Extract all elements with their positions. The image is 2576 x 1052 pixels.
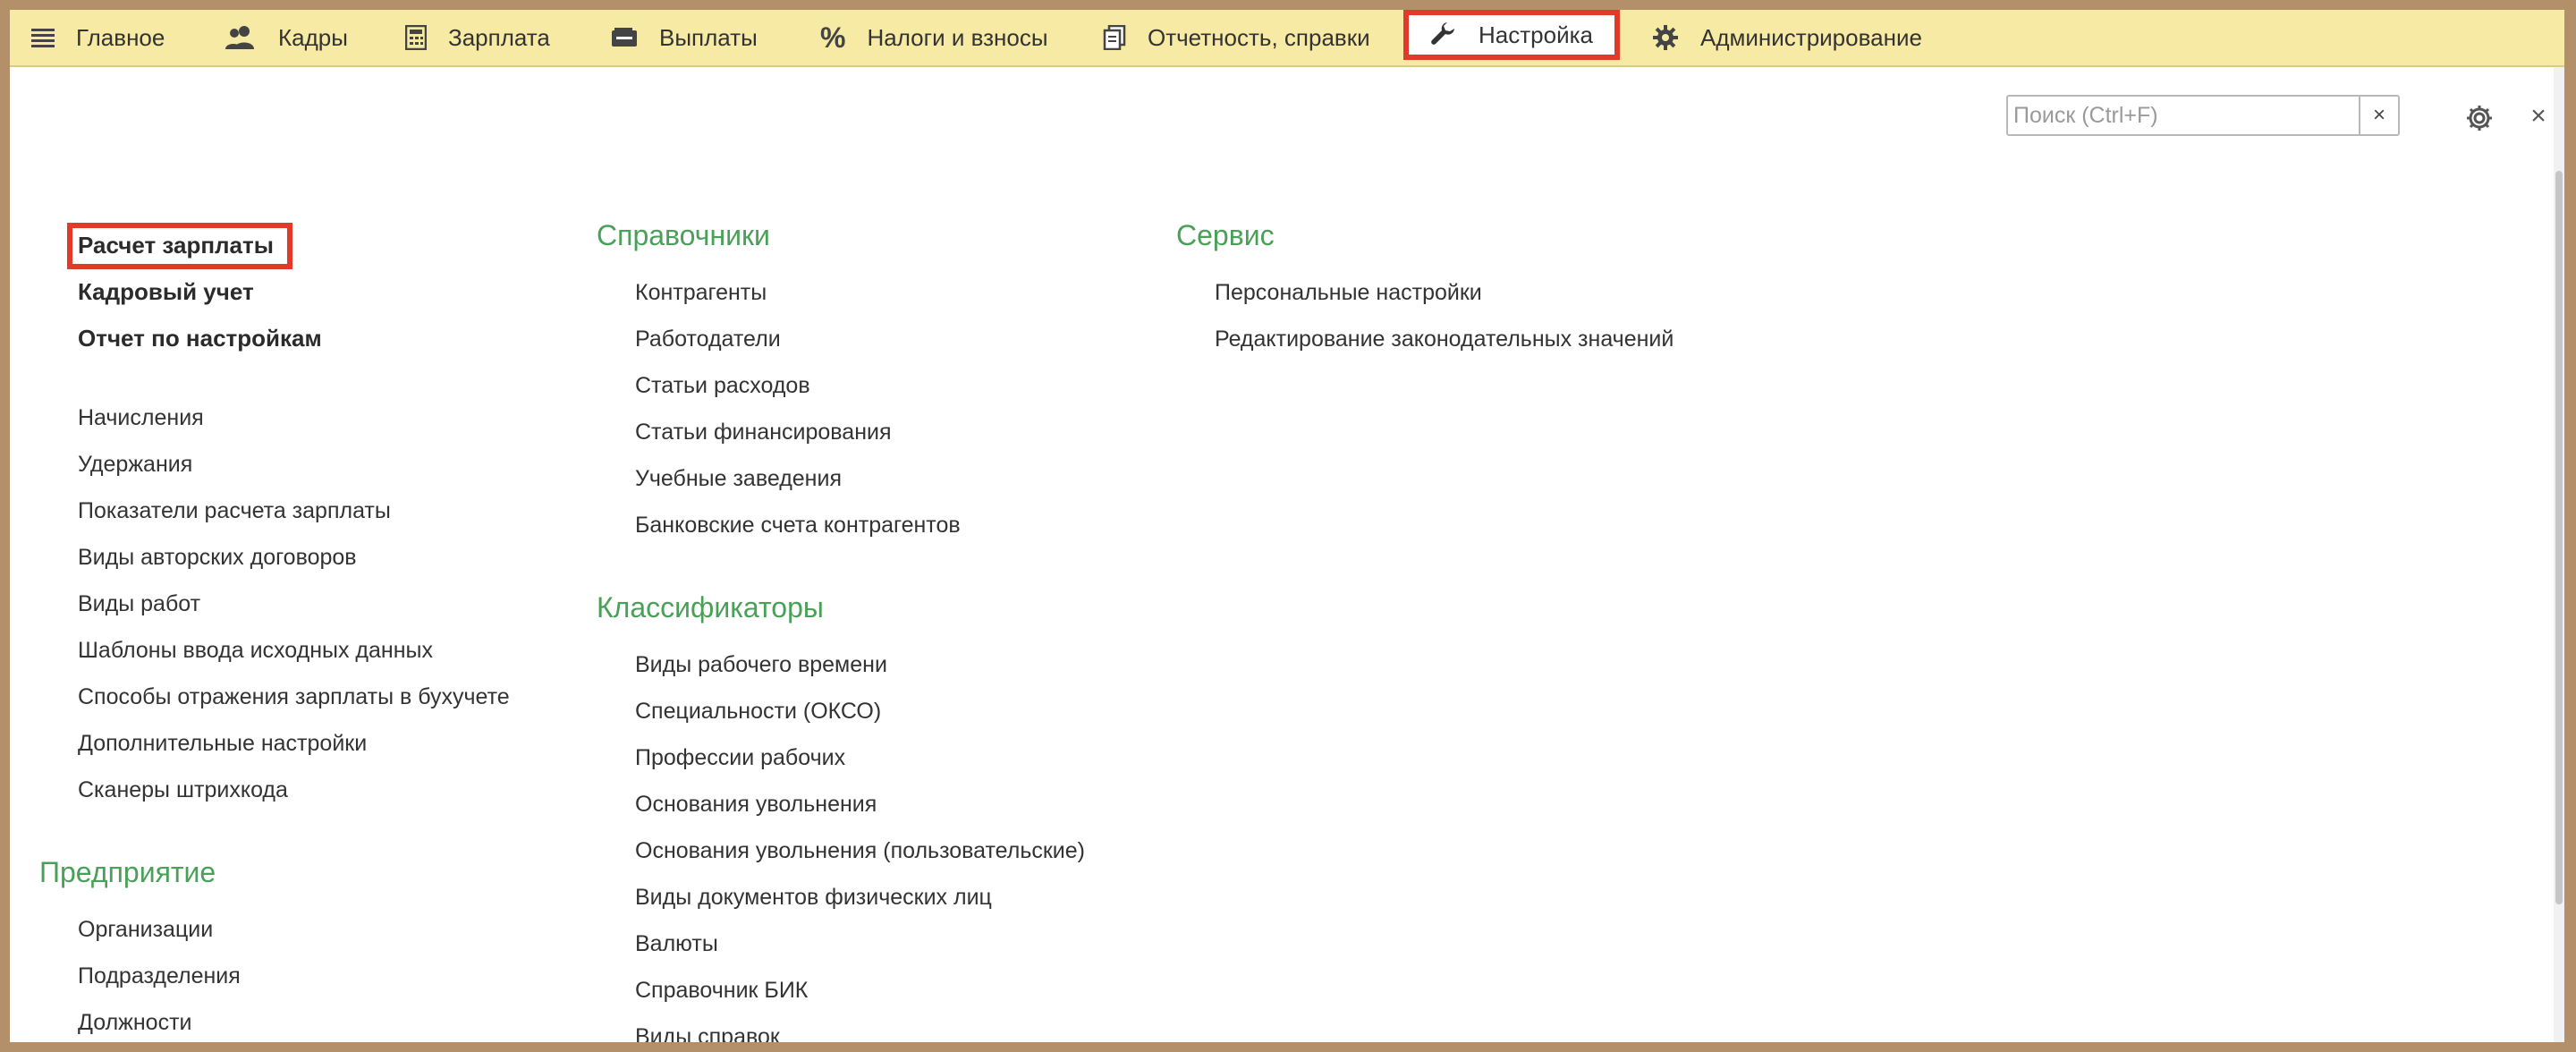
nav-item-label: Отчетность, справки (1148, 23, 1370, 51)
link-hr-accounting[interactable]: Кадровый учет (78, 278, 254, 306)
link-additional-settings[interactable]: Дополнительные настройки (78, 731, 367, 757)
search-box: × (2006, 95, 2400, 136)
link-input-templates[interactable]: Шаблоны ввода исходных данных (78, 638, 433, 664)
link-work-time-types[interactable]: Виды рабочего времени (635, 652, 887, 678)
section-title-classifiers: Классификаторы (597, 591, 824, 624)
link-counterparty-bank-accounts[interactable]: Банковские счета контрагентов (635, 513, 961, 539)
nav-item-taxes[interactable]: % Налоги и взносы (820, 10, 1048, 65)
nav-item-salary[interactable]: Зарплата (405, 10, 550, 65)
link-dismissal-reasons[interactable]: Основания увольнения (635, 792, 877, 818)
percent-icon: % (820, 21, 846, 54)
nav-item-label: Настройка (1479, 21, 1593, 48)
menu-icon (31, 29, 55, 47)
link-specialties-okso[interactable]: Специальности (ОКСО) (635, 699, 881, 725)
gear-icon (2467, 106, 2492, 131)
link-barcode-scanners[interactable]: Сканеры штрихкода (78, 777, 288, 803)
search-input[interactable] (2008, 97, 2357, 134)
nav-item-label: Налоги и взносы (867, 23, 1048, 51)
link-bik-directory[interactable]: Справочник БИК (635, 978, 808, 1004)
section-title-service: Сервис (1176, 219, 1275, 251)
nav-item-administration[interactable]: Администрирование (1652, 10, 1922, 65)
nav-item-settings[interactable]: Настройка (1403, 10, 1620, 60)
link-expense-items[interactable]: Статьи расходов (635, 373, 810, 399)
people-icon (225, 26, 254, 49)
link-dismissal-reasons-custom[interactable]: Основания увольнения (пользовательские) (635, 838, 1085, 864)
link-organizations[interactable]: Организации (78, 917, 213, 943)
scrollbar-thumb[interactable] (2555, 171, 2563, 904)
link-settings-report[interactable]: Отчет по настройкам (78, 325, 322, 352)
link-worker-professions[interactable]: Профессии рабочих (635, 745, 845, 771)
link-currencies[interactable]: Валюты (635, 931, 718, 957)
calculator-icon (405, 25, 427, 50)
nav-item-main[interactable]: Главное (31, 10, 165, 65)
link-salary-calculation[interactable]: Расчет зарплаты (78, 232, 274, 259)
link-educational-institutions[interactable]: Учебные заведения (635, 466, 842, 492)
main-window: Главное Кадры Зарплата Выплаты % Налоги … (10, 10, 2564, 1042)
link-salary-indicators[interactable]: Показатели расчета зарплаты (78, 498, 391, 524)
clear-search-button[interactable]: × (2359, 97, 2398, 134)
wallet-icon (612, 28, 637, 47)
section-title-enterprise: Предприятие (39, 856, 216, 888)
link-accruals[interactable]: Начисления (78, 405, 204, 431)
link-work-types[interactable]: Виды работ (78, 591, 200, 617)
link-copyright-contract-types[interactable]: Виды авторских договоров (78, 545, 357, 571)
section-title-directories: Справочники (597, 219, 770, 251)
link-deductions[interactable]: Удержания (78, 452, 192, 478)
nav-item-label: Администрирование (1700, 23, 1922, 51)
nav-item-label: Выплаты (659, 23, 758, 51)
settings-gear-button[interactable] (2464, 103, 2495, 138)
sections-panel: Главное Кадры Зарплата Выплаты % Налоги … (10, 10, 2564, 67)
link-positions[interactable]: Должности (78, 1010, 192, 1036)
nav-item-label: Зарплата (448, 23, 550, 51)
link-salary-accounting-methods[interactable]: Способы отражения зарплаты в бухучете (78, 684, 510, 710)
link-counterparties[interactable]: Контрагенты (635, 280, 767, 306)
nav-item-label: Кадры (278, 23, 348, 51)
link-id-document-types[interactable]: Виды документов физических лиц (635, 885, 992, 911)
link-personal-settings[interactable]: Персональные настройки (1215, 280, 1482, 306)
documents-icon (1103, 25, 1126, 50)
close-button[interactable]: × (2525, 103, 2552, 130)
nav-item-label: Главное (76, 23, 165, 51)
nav-item-hr[interactable]: Кадры (225, 10, 348, 65)
link-departments[interactable]: Подразделения (78, 963, 241, 989)
nav-item-reports[interactable]: Отчетность, справки (1103, 10, 1370, 65)
link-employers[interactable]: Работодатели (635, 327, 781, 352)
link-funding-items[interactable]: Статьи финансирования (635, 420, 892, 445)
link-edit-legislative-values[interactable]: Редактирование законодательных значений (1215, 327, 1674, 352)
wrench-icon (1431, 22, 1454, 45)
link-certificate-types[interactable]: Виды справок (635, 1024, 780, 1042)
nav-item-payments[interactable]: Выплаты (611, 10, 758, 65)
gear-icon (1653, 25, 1678, 50)
